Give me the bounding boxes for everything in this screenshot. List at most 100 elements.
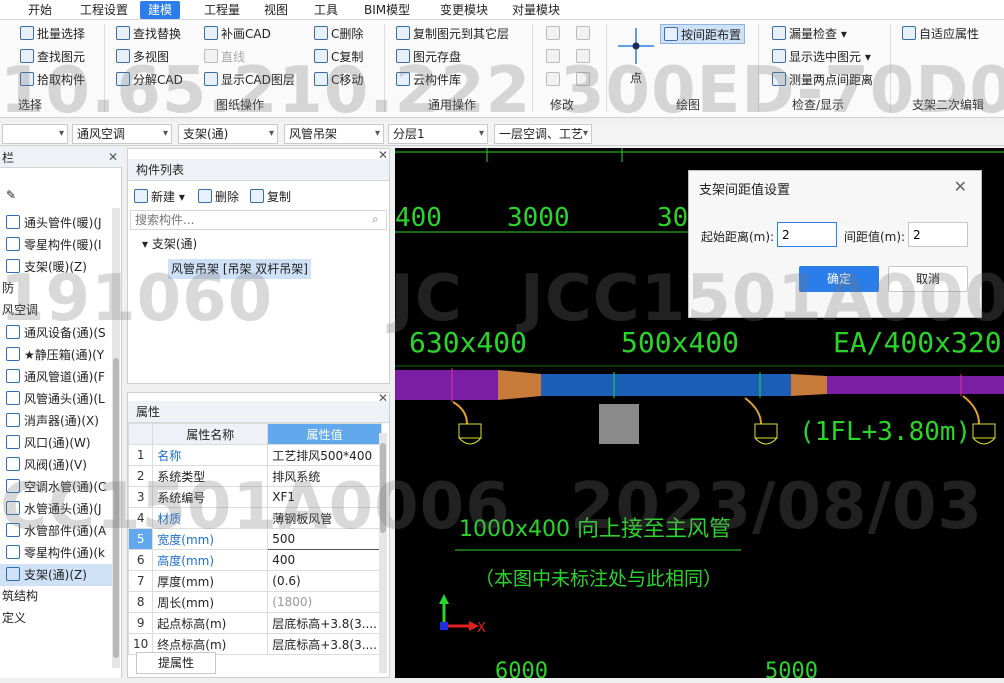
- floor-select-blank[interactable]: [2, 124, 68, 144]
- air-outlet-symbol[interactable]: [452, 401, 482, 445]
- multi-view-button[interactable]: 多视图: [116, 47, 169, 67]
- copy-to-other-floor-button[interactable]: 复制图元到其它层: [396, 24, 509, 44]
- tree-item[interactable]: 通头管件(暖)(J: [0, 212, 120, 234]
- redraw-cad-button[interactable]: 补画CAD: [204, 24, 271, 44]
- tree-item[interactable]: 水管通头(通)(J: [0, 498, 120, 520]
- property-row[interactable]: 1 名称 工艺排风500*400: [128, 444, 382, 466]
- show-cad-layers-button[interactable]: 显示CAD图层: [204, 70, 295, 90]
- menu-tools[interactable]: 工具: [306, 1, 346, 19]
- c-move-button[interactable]: C移动: [314, 70, 363, 90]
- tree-item[interactable]: 空调水管(通)(C: [0, 476, 120, 498]
- property-row[interactable]: 2 系统类型 排风系统: [128, 465, 382, 487]
- tree-item[interactable]: 通风管道(通)(F: [0, 366, 120, 388]
- close-icon[interactable]: ✕: [954, 177, 967, 196]
- adaptive-attribute-button[interactable]: 自适应属性: [902, 24, 979, 44]
- tree-child-item[interactable]: 风管吊架 [吊架 双杆吊架]: [168, 259, 311, 279]
- property-value[interactable]: 层底标高+3.8(3....: [267, 612, 382, 634]
- spacing-layout-button[interactable]: 按间距布置: [660, 24, 746, 44]
- extract-attribute-button[interactable]: 提属性: [136, 652, 216, 674]
- point-draw-button[interactable]: 点: [616, 26, 656, 86]
- explode-cad-button[interactable]: 分解CAD: [116, 70, 183, 90]
- tree-root-item[interactable]: ▾ 支架(通): [142, 235, 197, 253]
- duct-reducer[interactable]: [498, 370, 541, 400]
- layer-select[interactable]: 分层1: [388, 124, 488, 144]
- property-value[interactable]: 层底标高+3.8(3....: [267, 633, 382, 655]
- duct-segment-purple[interactable]: [395, 370, 498, 400]
- start-distance-input[interactable]: [777, 222, 837, 247]
- tree-item[interactable]: 消声器(通)(X): [0, 410, 120, 432]
- menu-bim-model[interactable]: BIM模型: [356, 1, 418, 19]
- tree-category[interactable]: 定义: [2, 608, 26, 628]
- measure-distance-button[interactable]: 测量两点间距离: [772, 70, 873, 90]
- search-icon[interactable]: ⌕: [372, 212, 379, 227]
- tree-item[interactable]: 支架(通)(Z): [0, 564, 120, 586]
- property-value[interactable]: 400: [267, 549, 382, 571]
- tree-item[interactable]: 风管通头(通)(L: [0, 388, 120, 410]
- menu-project-settings[interactable]: 工程设置: [72, 1, 136, 19]
- tree-item[interactable]: 零星构件(通)(k: [0, 542, 120, 564]
- modify-move-button[interactable]: [546, 47, 563, 67]
- tree-item[interactable]: ★静压箱(通)(Y: [0, 344, 120, 366]
- find-replace-button[interactable]: 查找替换: [116, 24, 181, 44]
- copy-component-button[interactable]: 复制: [250, 187, 291, 207]
- tree-item[interactable]: 风口(通)(W): [0, 432, 120, 454]
- type-select[interactable]: 支架(通): [178, 124, 278, 144]
- tree-item[interactable]: 支架(暖)(Z): [0, 256, 120, 278]
- property-row[interactable]: 3 系统编号 XF1: [128, 486, 382, 508]
- property-value[interactable]: (1800): [267, 591, 382, 613]
- property-row[interactable]: 8 周长(mm) (1800): [128, 591, 382, 613]
- property-value[interactable]: (0.6): [267, 570, 382, 592]
- scroll-thumb[interactable]: [113, 358, 119, 658]
- scrollbar[interactable]: [379, 433, 387, 673]
- menu-modeling[interactable]: 建模: [140, 1, 181, 19]
- c-delete-button[interactable]: C删除: [314, 24, 363, 44]
- delete-component-button[interactable]: 删除: [198, 187, 239, 207]
- property-value[interactable]: XF1: [267, 486, 382, 508]
- close-icon[interactable]: ✕: [378, 148, 388, 162]
- property-row[interactable]: 9 起点标高(m) 层底标高+3.8(3....: [128, 612, 382, 634]
- component-search-input[interactable]: [130, 210, 387, 230]
- show-selected-button[interactable]: 显示选中图元 ▾: [772, 47, 871, 67]
- spacing-value-input[interactable]: [908, 222, 968, 247]
- property-value[interactable]: 排风系统: [267, 465, 382, 487]
- scrollbar[interactable]: [112, 208, 120, 668]
- menu-view[interactable]: 视图: [256, 1, 296, 19]
- property-value[interactable]: 薄钢板风管: [267, 507, 382, 529]
- save-elements-button[interactable]: 图元存盘: [396, 47, 461, 67]
- modify-delete-button[interactable]: [546, 70, 563, 90]
- find-element-button[interactable]: 查找图元: [20, 47, 85, 67]
- menu-change-module[interactable]: 变更模块: [432, 1, 496, 19]
- equipment-block[interactable]: [599, 404, 639, 444]
- property-row[interactable]: 6 高度(mm) 400: [128, 549, 382, 571]
- tree-item[interactable]: 水管部件(通)(A: [0, 520, 120, 542]
- modify-offset-button[interactable]: [576, 24, 593, 44]
- leak-check-button[interactable]: 漏量检查 ▾: [772, 24, 847, 44]
- menu-start[interactable]: 开始: [20, 1, 60, 19]
- modify-mirror-button[interactable]: [576, 47, 593, 67]
- tree-category[interactable]: 防: [2, 278, 14, 298]
- subtype-select[interactable]: 风管吊架: [284, 124, 384, 144]
- property-value[interactable]: 500: [267, 528, 382, 550]
- scope-select[interactable]: 一层空调、工艺: [494, 124, 592, 144]
- menu-quantity[interactable]: 工程量: [196, 1, 248, 19]
- edit-icon[interactable]: ✎: [6, 188, 16, 202]
- close-icon[interactable]: ✕: [108, 150, 118, 164]
- c-copy-button[interactable]: C复制: [314, 47, 363, 67]
- system-select[interactable]: 通风空调: [72, 124, 172, 144]
- tree-item[interactable]: 风阀(通)(V): [0, 454, 120, 476]
- tree-item[interactable]: 零星构件(暖)(I: [0, 234, 120, 256]
- air-outlet-symbol[interactable]: [744, 397, 778, 445]
- close-icon[interactable]: ✕: [378, 393, 388, 405]
- menu-reconcile-module[interactable]: 对量模块: [504, 1, 568, 19]
- cloud-library-button[interactable]: 云构件库: [396, 70, 461, 90]
- tree-category[interactable]: 风空调: [2, 300, 38, 320]
- property-row[interactable]: 5 宽度(mm) 500: [128, 528, 382, 550]
- ok-button[interactable]: 确定: [799, 266, 879, 292]
- line-button[interactable]: 直线: [204, 47, 245, 67]
- property-row[interactable]: 7 厚度(mm) (0.6): [128, 570, 382, 592]
- cancel-button[interactable]: 取消: [888, 266, 968, 292]
- duct-segment-purple[interactable]: [827, 376, 1004, 394]
- modify-copy-button[interactable]: [546, 24, 563, 44]
- new-component-button[interactable]: 新建 ▾: [134, 187, 185, 207]
- tree-item[interactable]: 通风设备(通)(S: [0, 322, 120, 344]
